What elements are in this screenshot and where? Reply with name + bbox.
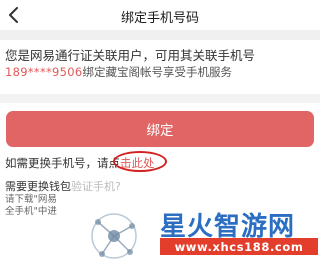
bind-button[interactable]: 绑定 (6, 111, 314, 147)
wallet-line-3: 全手机"中进 (5, 206, 57, 217)
info-line-1: 您是网易通行证关联用户，可用其关联手机号 (5, 48, 256, 63)
main-content: 您是网易通行证关联用户，可用其关联手机号 189****9506绑定藏宝阁帐号享… (0, 40, 320, 259)
page-title: 绑定手机号码 (120, 11, 199, 26)
watermark-logo-icon (91, 213, 137, 259)
change-phone-text: 如需更换手机号，请点 (5, 156, 120, 170)
watermark-url: www.xhcs188.com (160, 238, 318, 255)
section-divider (0, 94, 320, 103)
nav-bar: 绑定手机号码 (0, 0, 320, 30)
masked-phone-number: 189****9506 (5, 65, 83, 79)
wallet-heading-obscured: 验证手机? (71, 180, 121, 193)
annotation-circle (113, 151, 167, 172)
info-line-2: 189****9506绑定藏宝阁帐号享受手机服务 (5, 64, 232, 80)
header-separator (0, 30, 320, 40)
info-line-2-text: 绑定藏宝阁帐号享受手机服务 (82, 65, 233, 79)
